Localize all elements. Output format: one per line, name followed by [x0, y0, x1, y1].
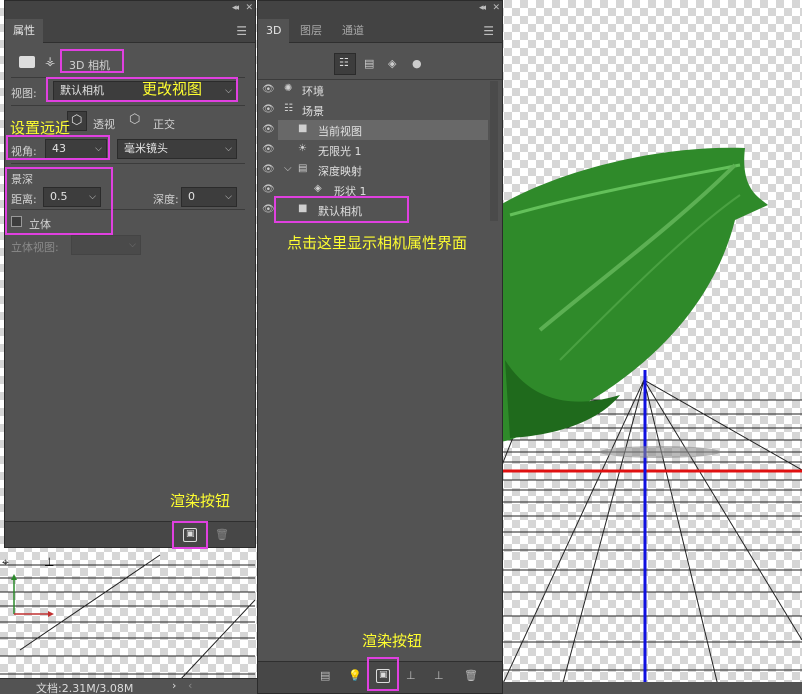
eye-icon[interactable]: 👁	[262, 124, 275, 136]
close-icon[interactable]: ✕	[245, 3, 252, 13]
annotation-render-left: 渲染按钮	[170, 492, 231, 510]
eye-icon[interactable]: 👁	[262, 204, 275, 216]
collapse-icon[interactable]: ◂◂	[232, 3, 239, 13]
chevron-down-icon[interactable]: ⌵	[284, 163, 292, 174]
filter-lights-icon[interactable]: ●	[412, 57, 422, 70]
highlight-type	[60, 49, 124, 73]
doc-info[interactable]: 文档:2.31M/3.08M	[36, 680, 133, 694]
annotation-change-view: 更改视图	[142, 80, 203, 98]
eye-icon[interactable]: 👁	[262, 84, 275, 96]
chevron-down-icon: ⌵	[225, 144, 232, 154]
filter-materials-icon[interactable]: ◈	[388, 57, 396, 70]
filter-meshes-icon[interactable]: ▤	[364, 57, 374, 70]
eye-icon[interactable]: 👁	[262, 144, 275, 156]
scene-icon: ☷	[284, 103, 293, 114]
perspective-label: 透视	[93, 118, 115, 131]
view-label: 视图:	[11, 87, 37, 100]
depth-label: 深度:	[153, 193, 179, 206]
tab-layers[interactable]: 图层	[292, 19, 330, 43]
ground-icon[interactable]: ⊥	[406, 669, 416, 682]
new-light-icon[interactable]: 💡	[348, 669, 362, 682]
camera-type-icon	[19, 56, 35, 68]
snap-icon[interactable]: ⊥	[434, 669, 444, 682]
chevron-down-icon: ⌵	[225, 192, 232, 202]
panel-menu-icon[interactable]: ☰	[236, 24, 247, 38]
highlight-render-left	[172, 521, 208, 549]
coordinates-icon[interactable]: ⚶	[45, 54, 55, 68]
horizontal-scrollbar[interactable]	[503, 682, 802, 694]
lens-select[interactable]: 毫米镜头 ⌵	[117, 139, 237, 159]
trash-icon[interactable]: 🗑	[464, 669, 478, 682]
annotation-click-hint: 点击这里显示相机属性界面	[287, 234, 468, 252]
close-icon[interactable]: ✕	[492, 3, 499, 13]
scene-item-current-view[interactable]: 👁 ■ 当前视图	[262, 120, 488, 140]
mesh-icon: ▤	[298, 163, 308, 174]
tab-3d[interactable]: 3D	[258, 19, 290, 43]
scene-item-infinite-light[interactable]: 👁 ☀ 无限光 1	[262, 140, 488, 160]
camera-nav-icon[interactable]: ⌖	[2, 555, 9, 569]
eye-icon[interactable]: 👁	[262, 164, 275, 176]
chevron-left-icon[interactable]: ‹	[188, 679, 192, 692]
depth-input[interactable]: 0 ⌵	[181, 187, 237, 207]
new-mesh-icon[interactable]: ▤	[320, 669, 330, 682]
stereo-view-label: 立体视图:	[11, 241, 59, 254]
scene-item-environment[interactable]: 👁 ✺ 环境	[262, 80, 488, 100]
collapse-icon[interactable]: ◂◂	[479, 3, 486, 13]
sun-icon: ☀	[298, 143, 307, 154]
scene-tree-icon: ☷	[339, 56, 349, 69]
highlight-default-camera	[274, 196, 409, 223]
orthographic-cube-icon[interactable]: ⬡	[129, 112, 140, 127]
axis-gizmo[interactable]	[11, 574, 54, 617]
status-bar: 文档:2.31M/3.08M › ‹	[0, 678, 257, 694]
scene-item-depth-map[interactable]: 👁 ⌵ ▤ 深度映射	[262, 160, 488, 180]
eye-icon[interactable]: 👁	[262, 104, 275, 116]
orthographic-label: 正交	[153, 118, 175, 131]
material-icon: ◈	[314, 183, 322, 194]
eye-icon[interactable]: 👁	[262, 184, 275, 196]
annotation-render-right: 渲染按钮	[362, 632, 423, 650]
pin-icon[interactable]: ⊥	[44, 555, 54, 569]
panel-menu-icon[interactable]: ☰	[483, 24, 494, 38]
tab-properties[interactable]: 属性	[5, 19, 43, 43]
tab-channels[interactable]: 通道	[334, 19, 372, 43]
highlight-render-right	[367, 657, 399, 691]
trash-icon[interactable]: 🗑	[215, 528, 229, 541]
camera-icon: ■	[298, 123, 308, 134]
chevron-right-icon[interactable]: ›	[172, 679, 176, 692]
scrollbar[interactable]	[490, 81, 498, 221]
cube-icon: ⬡	[71, 113, 83, 128]
scene-item-scene[interactable]: 👁 ☷ 场景	[262, 100, 488, 120]
environment-icon: ✺	[284, 83, 293, 94]
stereo-view-select[interactable]: ⌵	[71, 235, 141, 255]
chevron-down-icon: ⌵	[129, 240, 136, 250]
filter-whole-scene-button[interactable]: ☷	[334, 53, 356, 75]
leaf-model[interactable]	[500, 147, 768, 458]
highlight-fov	[6, 135, 110, 160]
highlight-dof	[5, 167, 113, 235]
